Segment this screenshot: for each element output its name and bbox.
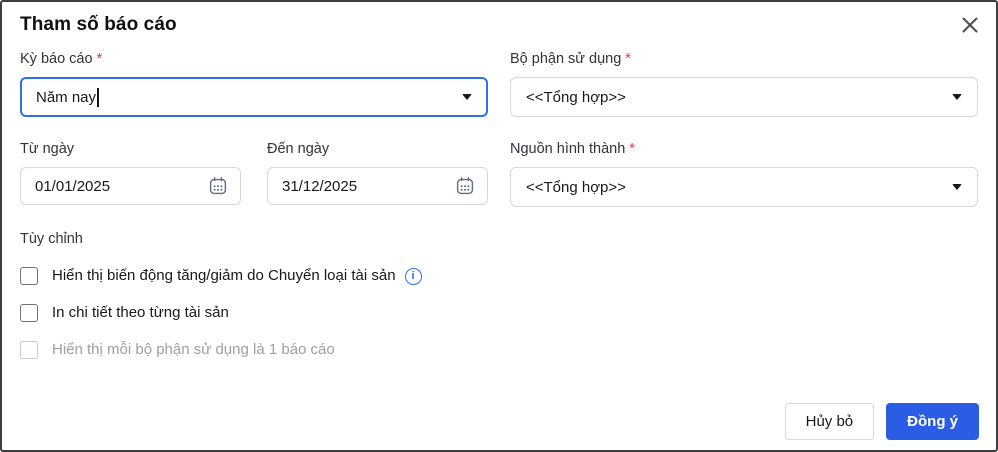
- dialog-title: Tham số báo cáo: [20, 14, 979, 36]
- chevron-down-icon[interactable]: [462, 94, 472, 100]
- text-cursor: [97, 88, 99, 107]
- checkbox[interactable]: [20, 304, 38, 322]
- dialog-footer: Hủy bỏ Đồng ý: [785, 403, 979, 440]
- source-value: <<Tổng hợp>>: [526, 179, 626, 196]
- calendar-icon[interactable]: [208, 176, 228, 196]
- form-row-1: Kỳ báo cáo* Năm nay Bộ phận sử dụng* <<T…: [20, 49, 979, 117]
- source-label: Nguồn hình thành*: [510, 139, 978, 159]
- checkbox-label: Hiển thị biến động tăng/giảm do Chuyển l…: [52, 266, 396, 286]
- field-source: Nguồn hình thành* <<Tổng hợp>>: [510, 139, 978, 207]
- options-section-label: Tùy chỉnh: [20, 229, 979, 249]
- checkbox[interactable]: [20, 267, 38, 285]
- required-asterisk: *: [625, 51, 631, 67]
- close-button[interactable]: [954, 10, 986, 42]
- to-date-value: 31/12/2025: [282, 178, 357, 195]
- from-date-value: 01/01/2025: [35, 178, 110, 195]
- report-period-value: Năm nay: [36, 88, 99, 107]
- to-date-label: Đến ngày: [267, 139, 488, 159]
- field-to-date: Đến ngày 31/12/2025: [267, 139, 488, 207]
- required-asterisk: *: [629, 141, 635, 157]
- department-label: Bộ phận sử dụng*: [510, 49, 978, 69]
- report-period-label: Kỳ báo cáo*: [20, 49, 488, 69]
- report-period-select[interactable]: Năm nay: [20, 77, 488, 117]
- calendar-icon[interactable]: [455, 176, 475, 196]
- to-date-input[interactable]: 31/12/2025: [267, 167, 488, 205]
- source-select[interactable]: <<Tổng hợp>>: [510, 167, 978, 207]
- options-section: Tùy chỉnh Hiển thị biến động tăng/giảm d…: [20, 229, 979, 360]
- cancel-button[interactable]: Hủy bỏ: [785, 403, 875, 440]
- checkbox: [20, 341, 38, 359]
- from-date-label: Từ ngày: [20, 139, 241, 159]
- report-parameters-dialog: Tham số báo cáo Kỳ báo cáo* Năm nay: [0, 0, 998, 452]
- department-select[interactable]: <<Tổng hợp>>: [510, 77, 978, 117]
- field-from-date: Từ ngày 01/01/2025: [20, 139, 241, 207]
- required-asterisk: *: [97, 51, 103, 67]
- field-report-period: Kỳ báo cáo* Năm nay: [20, 49, 488, 117]
- from-date-input[interactable]: 01/01/2025: [20, 167, 241, 205]
- form-row-2: Từ ngày 01/01/2025: [20, 139, 979, 207]
- field-department: Bộ phận sử dụng* <<Tổng hợp>>: [510, 49, 978, 117]
- confirm-button[interactable]: Đồng ý: [886, 403, 979, 440]
- checkbox-row-detail-per-asset: In chi tiết theo từng tài sản: [20, 303, 979, 323]
- checkbox-label: In chi tiết theo từng tài sản: [52, 303, 229, 323]
- chevron-down-icon[interactable]: [952, 184, 962, 190]
- close-icon: [960, 15, 980, 38]
- info-icon[interactable]: i: [405, 268, 422, 285]
- department-value: <<Tổng hợp>>: [526, 89, 626, 106]
- date-range: Từ ngày 01/01/2025: [20, 139, 488, 207]
- dialog-header: Tham số báo cáo: [20, 2, 979, 36]
- checkbox-row-report-per-department: Hiển thị mỗi bộ phận sử dụng là 1 báo cá…: [20, 340, 979, 360]
- checkbox-row-asset-transfer: Hiển thị biến động tăng/giảm do Chuyển l…: [20, 266, 979, 286]
- checkbox-label: Hiển thị mỗi bộ phận sử dụng là 1 báo cá…: [52, 340, 335, 360]
- chevron-down-icon[interactable]: [952, 94, 962, 100]
